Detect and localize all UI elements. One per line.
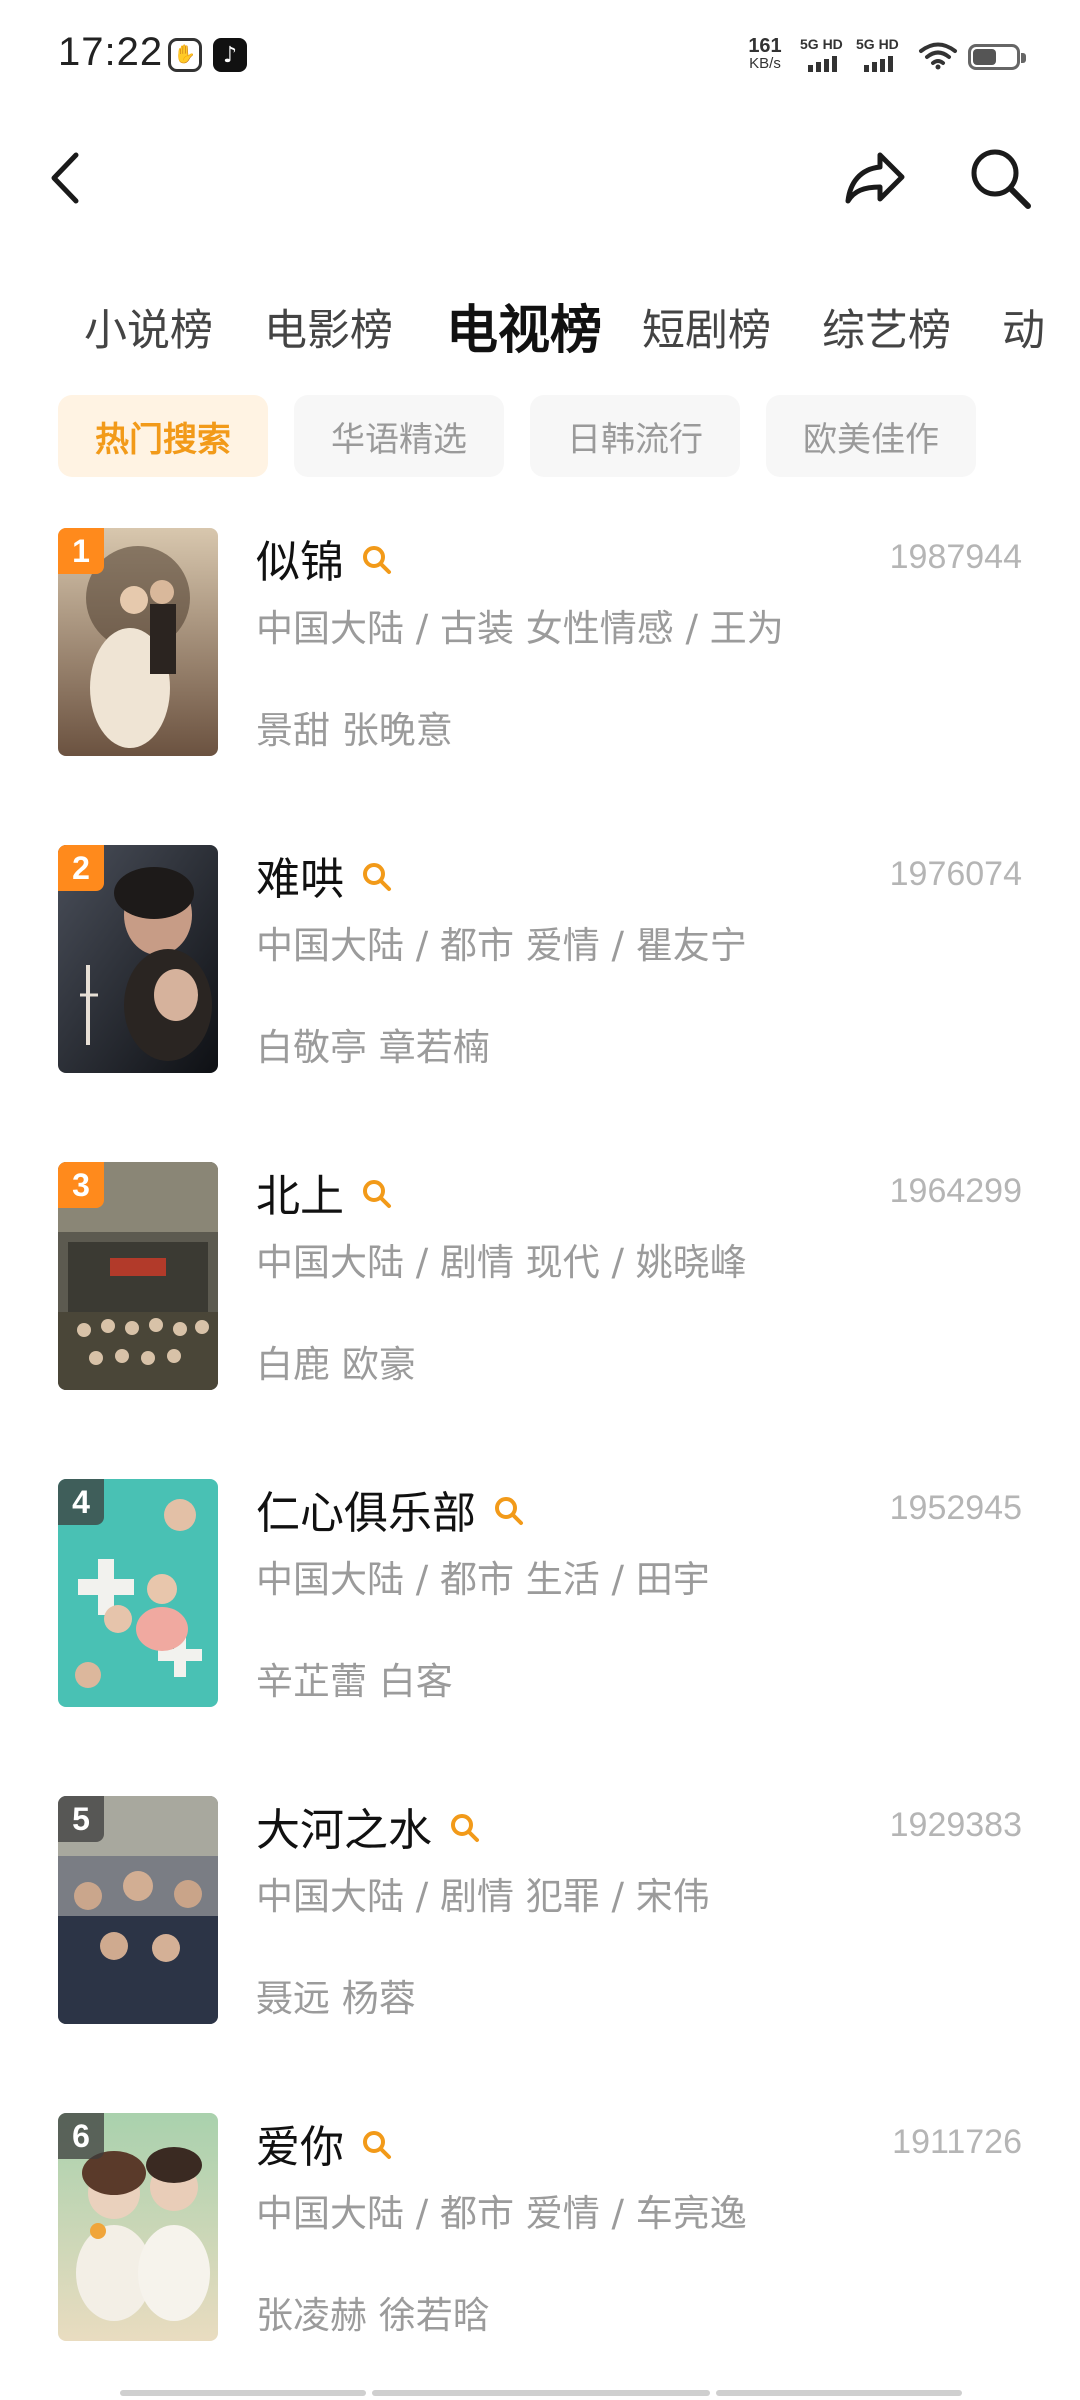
scroll-indicator [716, 2390, 962, 2396]
wifi-icon [918, 40, 958, 70]
item-cast: 白敬亭 章若楠 [256, 1026, 490, 1069]
item-title-text: 爱你 [256, 2122, 344, 2173]
poster-image: 5 [58, 1796, 218, 2024]
network-speed-value: 161 [748, 35, 782, 57]
rank-badge: 1 [58, 528, 104, 574]
tab-tv[interactable]: 电视榜 [446, 288, 602, 362]
item-cast: 白鹿 欧豪 [256, 1343, 416, 1386]
item-title[interactable]: 仁心俱乐部 [256, 1479, 526, 1539]
item-meta: 中国大陆 / 都市 爱情 / 车亮逸 [256, 2192, 747, 2235]
list-item[interactable]: 4 仁心俱乐部 1952945 中国大陆 / 都市 生活 / 田宇 辛芷蕾 白客 [0, 1479, 1080, 1719]
tab-short-drama[interactable]: 短剧榜 [642, 296, 771, 358]
status-bar: 17:22 ✋ ♪ 161 KB/s 5G HD 5G HD [0, 0, 1080, 110]
poster-image: 4 [58, 1479, 218, 1707]
search-icon[interactable] [360, 1177, 394, 1211]
list-item[interactable]: 5 大河之水 1929383 中国大陆 / 剧情 犯罪 / 宋伟 聂远 杨蓉 [0, 1796, 1080, 2036]
chip-western[interactable]: 欧美佳作 [766, 395, 976, 477]
rank-badge: 5 [58, 1796, 104, 1842]
tab-anime[interactable]: 动 [1002, 296, 1045, 358]
search-count: 1987944 [889, 538, 1022, 576]
list-item[interactable]: 1 似锦 1987944 中国大陆 / 古装 女性情感 / 王为 景甜 张晚意 [0, 528, 1080, 768]
item-cast: 辛芷蕾 白客 [256, 1660, 453, 1703]
poster-image: 3 [58, 1162, 218, 1390]
search-count: 1929383 [889, 1806, 1022, 1844]
rank-badge: 2 [58, 845, 104, 891]
filter-chips: 热门搜索 华语精选 日韩流行 欧美佳作 [0, 395, 1080, 479]
item-title-text: 难哄 [256, 854, 344, 905]
scroll-indicator [372, 2390, 710, 2396]
signal-sim2-label: 5G HD [856, 36, 899, 52]
rank-badge: 6 [58, 2113, 104, 2159]
notification-icon: ✋ [168, 38, 202, 72]
item-title-text: 仁心俱乐部 [256, 1488, 476, 1539]
signal-sim1-icon: 5G HD [800, 36, 848, 72]
item-meta: 中国大陆 / 剧情 现代 / 姚晓峰 [256, 1241, 747, 1284]
scroll-indicator [120, 2390, 366, 2396]
item-title[interactable]: 北上 [256, 1162, 394, 1222]
search-count: 1911726 [892, 2123, 1022, 2161]
item-title-text: 大河之水 [256, 1805, 432, 1856]
list-item[interactable]: 6 爱你 1911726 中国大陆 / 都市 爱情 / 车亮逸 张凌赫 徐若晗 [0, 2113, 1080, 2353]
category-tabs: 小说榜 电影榜 电视榜 短剧榜 综艺榜 动 [0, 282, 1080, 362]
item-cast: 聂远 杨蓉 [256, 1977, 416, 2020]
search-icon[interactable] [360, 860, 394, 894]
item-title[interactable]: 大河之水 [256, 1796, 482, 1856]
share-button[interactable] [840, 145, 910, 211]
tab-novel[interactable]: 小说榜 [84, 296, 213, 358]
search-icon[interactable] [360, 2128, 394, 2162]
item-title-text: 似锦 [256, 537, 344, 588]
item-cast: 张凌赫 徐若晗 [256, 2294, 490, 2337]
tab-movie[interactable]: 电影榜 [264, 296, 393, 358]
search-button[interactable] [966, 144, 1034, 212]
back-button[interactable] [40, 145, 90, 211]
item-title[interactable]: 似锦 [256, 528, 394, 588]
search-count: 1952945 [889, 1489, 1022, 1527]
network-speed: 161 KB/s [740, 36, 790, 72]
rank-badge: 4 [58, 1479, 104, 1525]
battery-icon [968, 44, 1026, 70]
item-meta: 中国大陆 / 剧情 犯罪 / 宋伟 [256, 1875, 710, 1918]
list-item[interactable]: 3 北上 1964299 中国大陆 / 剧情 现代 / 姚晓峰 白鹿 欧豪 [0, 1162, 1080, 1402]
signal-sim1-label: 5G HD [800, 36, 843, 52]
item-meta: 中国大陆 / 古装 女性情感 / 王为 [256, 607, 784, 650]
network-speed-unit: KB/s [749, 55, 781, 72]
item-title[interactable]: 爱你 [256, 2113, 394, 2173]
signal-sim2-icon: 5G HD [856, 36, 904, 72]
item-meta: 中国大陆 / 都市 爱情 / 瞿友宁 [256, 924, 747, 967]
search-count: 1976074 [889, 855, 1022, 893]
search-icon[interactable] [448, 1811, 482, 1845]
chip-chinese[interactable]: 华语精选 [294, 395, 504, 477]
status-time: 17:22 [58, 30, 164, 74]
battery-fill [973, 49, 996, 65]
rank-badge: 3 [58, 1162, 104, 1208]
search-icon[interactable] [360, 543, 394, 577]
share-arrow-icon [845, 152, 905, 204]
chevron-left-icon [51, 152, 79, 204]
tiktok-icon: ♪ [213, 38, 247, 72]
poster-image: 1 [58, 528, 218, 756]
chip-hot-search[interactable]: 热门搜索 [58, 395, 268, 477]
list-item[interactable]: 2 难哄 1976074 中国大陆 / 都市 爱情 / 瞿友宁 白敬亭 章若楠 [0, 845, 1080, 1085]
chip-jp-kr[interactable]: 日韩流行 [530, 395, 740, 477]
search-icon [971, 149, 1031, 209]
search-icon[interactable] [492, 1494, 526, 1528]
item-title-text: 北上 [256, 1171, 344, 1222]
search-count: 1964299 [889, 1172, 1022, 1210]
tab-variety[interactable]: 综艺榜 [822, 296, 951, 358]
item-meta: 中国大陆 / 都市 生活 / 田宇 [256, 1558, 710, 1601]
poster-image: 6 [58, 2113, 218, 2341]
item-title[interactable]: 难哄 [256, 845, 394, 905]
item-cast: 景甜 张晚意 [256, 709, 453, 752]
poster-image: 2 [58, 845, 218, 1073]
